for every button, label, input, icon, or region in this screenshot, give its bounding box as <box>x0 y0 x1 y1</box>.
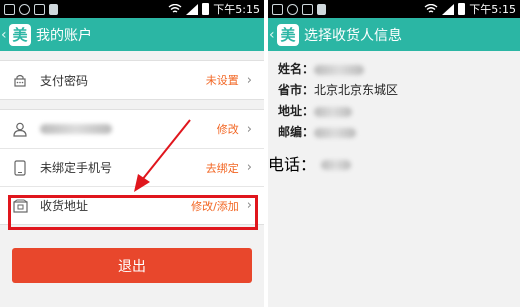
title-bar: ‹ 美 选择收货人信息 <box>268 18 520 51</box>
app-logo[interactable]: 美 <box>277 23 299 46</box>
row-value: 修改 <box>216 123 239 136</box>
consignee-info: 姓名： 省市： 北京北京东城区 地址： 邮编： <box>268 51 520 151</box>
bind-phone-row[interactable]: 未绑定手机号 去绑定 › <box>0 148 264 186</box>
account-screen: 下午5:15 ‹ 美 我的账户 支付密码 未设置 › 修改 › 未绑定手机号 去… <box>0 0 264 307</box>
row-label: 支付密码 <box>40 73 89 88</box>
consignee-screen: 下午5:15 ‹ 美 选择收货人信息 姓名： 省市： 北京北京东城区 地址： 邮… <box>268 0 520 307</box>
redacted-postcode <box>314 127 357 138</box>
username-row[interactable]: 修改 › <box>0 110 264 148</box>
address-key: 地址： <box>278 104 315 118</box>
sync-icon <box>287 3 298 15</box>
wifi-icon <box>168 4 182 13</box>
province-key: 省市： <box>278 83 315 97</box>
lock-icon <box>12 72 28 88</box>
status-bar: 下午5:15 <box>268 0 520 18</box>
sd-icon <box>317 3 326 15</box>
notification-icon <box>272 3 283 15</box>
sd-icon <box>49 3 58 15</box>
province-value: 北京北京东城区 <box>314 83 399 97</box>
password-group: 支付密码 未设置 › <box>0 60 264 100</box>
clock: 下午5:15 <box>469 3 516 16</box>
row-value: 去绑定 <box>205 161 239 175</box>
chevron-right-icon: › <box>246 160 252 175</box>
status-bar: 下午5:15 <box>0 0 264 18</box>
chevron-right-icon: › <box>246 121 252 137</box>
clock: 下午5:15 <box>213 3 260 16</box>
image-icon <box>302 3 313 15</box>
phone-line: 电话： <box>268 151 520 175</box>
signal-icon <box>442 3 455 15</box>
redacted-name <box>314 64 365 75</box>
tablet-icon <box>12 159 28 176</box>
postcode-key: 邮编： <box>278 125 315 139</box>
row-label: 未绑定手机号 <box>40 161 113 175</box>
redacted-username <box>40 124 112 134</box>
app-logo[interactable]: 美 <box>9 23 31 46</box>
postcode-line: 邮编： <box>278 122 510 143</box>
highlight-box <box>8 195 258 230</box>
page-title: 选择收货人信息 <box>304 27 402 44</box>
redacted-address <box>314 106 353 117</box>
payment-password-row[interactable]: 支付密码 未设置 › <box>0 61 264 99</box>
name-key: 姓名： <box>278 62 315 76</box>
address-line: 地址： <box>278 101 510 122</box>
back-icon[interactable]: ‹ <box>1 27 9 43</box>
sync-icon <box>19 3 30 15</box>
battery-icon <box>458 3 466 15</box>
user-icon <box>12 121 28 137</box>
province-line: 省市： 北京北京东城区 <box>278 80 510 101</box>
page-title: 我的账户 <box>36 27 92 44</box>
row-value: 未设置 <box>205 74 239 87</box>
name-line: 姓名： <box>278 59 510 80</box>
notification-icon <box>4 3 15 15</box>
redacted-phone <box>321 160 352 170</box>
image-icon <box>34 3 45 15</box>
title-bar: ‹ 美 我的账户 <box>0 18 264 51</box>
chevron-right-icon: › <box>246 72 252 88</box>
wifi-icon <box>424 4 438 13</box>
signal-icon <box>186 3 199 15</box>
back-icon[interactable]: ‹ <box>269 27 277 43</box>
phone-key: 电话： <box>268 155 317 174</box>
logout-button[interactable]: 退出 <box>12 248 252 283</box>
battery-icon <box>202 3 210 15</box>
